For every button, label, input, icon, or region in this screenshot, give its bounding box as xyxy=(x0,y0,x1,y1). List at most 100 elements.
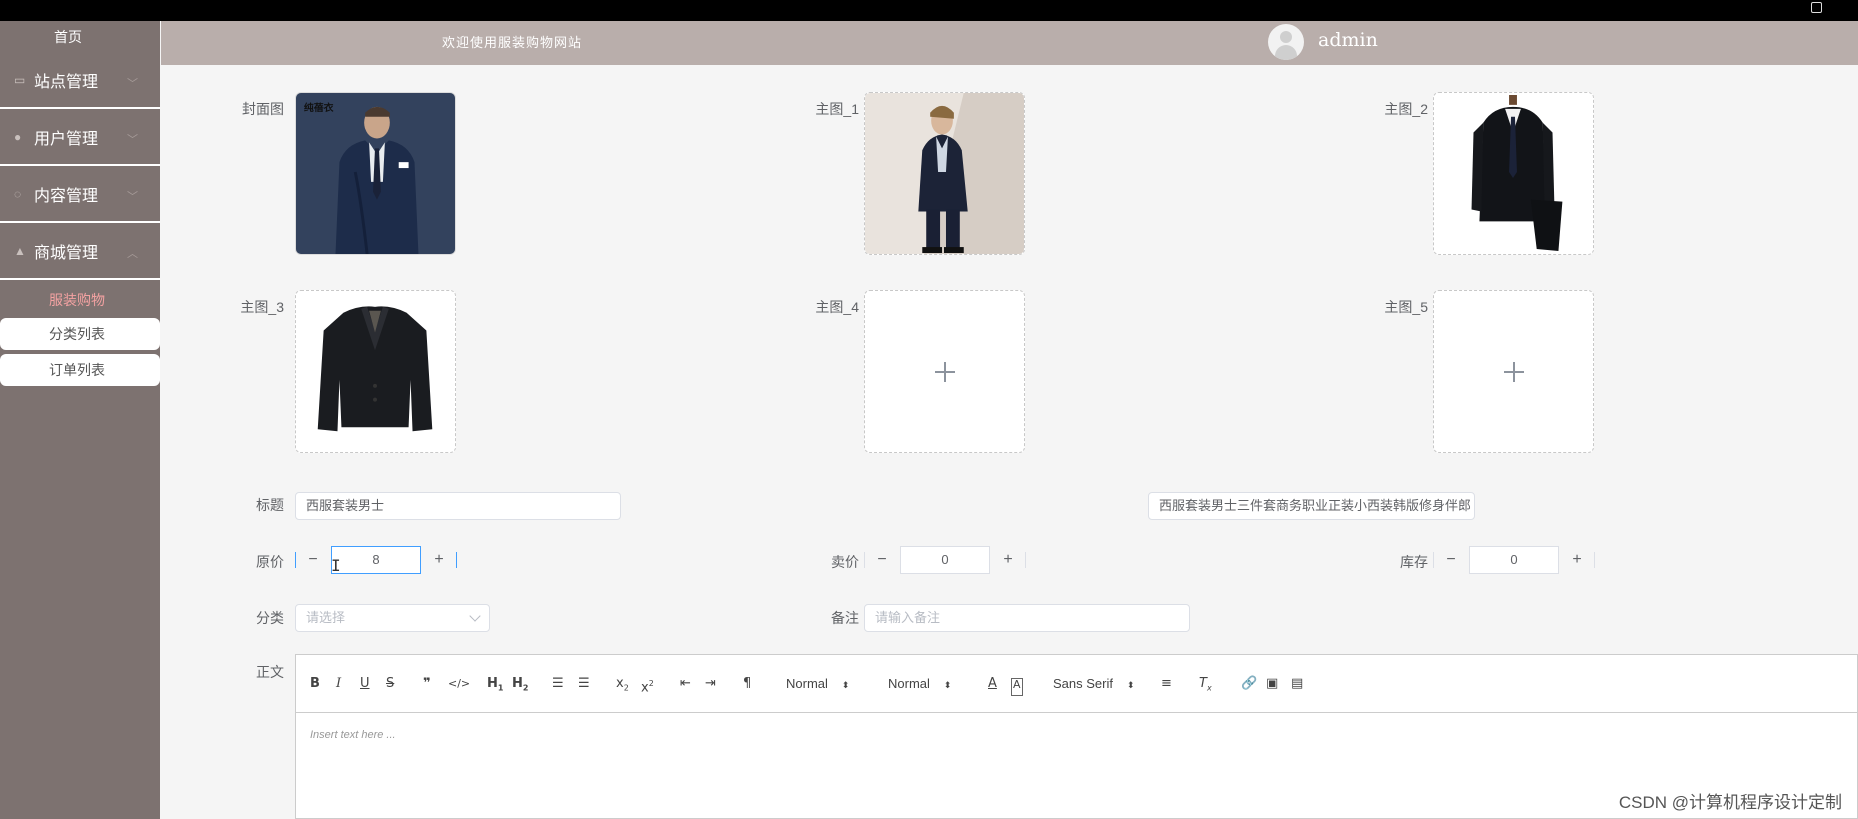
main-image-3-upload[interactable] xyxy=(295,290,456,453)
stepper-divider xyxy=(1025,552,1026,568)
svg-text:纯蓓衣: 纯蓓衣 xyxy=(304,101,334,114)
cover-image-upload[interactable]: 纯蓓衣 xyxy=(295,92,456,255)
font-select[interactable]: Sans Serif ⬍ xyxy=(1053,675,1135,693)
cover-image-label: 封面图 xyxy=(242,101,284,117)
italic-icon[interactable]: I xyxy=(336,675,341,693)
main-image-3-label: 主图_3 xyxy=(240,299,284,315)
text-cursor-icon: I xyxy=(331,556,341,575)
heading-2-icon[interactable]: H2 xyxy=(512,675,528,693)
sale-price-stepper[interactable]: − 0 + xyxy=(864,546,1026,574)
main-image-1-upload[interactable] xyxy=(864,92,1025,255)
sidebar-menu-site[interactable]: ▭ 站点管理 ﹀ xyxy=(0,53,160,109)
sidebar-home-link[interactable]: 首页 xyxy=(0,21,160,53)
subscript-icon[interactable]: x2 xyxy=(616,675,629,693)
text-direction-icon[interactable]: ¶ xyxy=(743,675,751,693)
main-image-4-upload[interactable] xyxy=(864,290,1025,453)
clear-format-icon[interactable]: Tx xyxy=(1199,675,1212,693)
decrease-button[interactable]: − xyxy=(1434,546,1468,574)
stepper-divider xyxy=(456,552,457,568)
stock-label: 库存 xyxy=(1400,554,1428,570)
sidebar-menu-content[interactable]: ◌ 内容管理 ﹀ xyxy=(0,166,160,223)
bold-icon[interactable]: B xyxy=(310,675,320,693)
remark-label: 备注 xyxy=(831,610,859,626)
increase-button[interactable]: + xyxy=(1560,546,1594,574)
avatar[interactable] xyxy=(1268,24,1304,60)
blockquote-icon[interactable]: ❞ xyxy=(423,675,431,693)
monitor-icon: ▭ xyxy=(14,73,26,87)
increase-button[interactable]: + xyxy=(422,546,456,574)
text-color-icon[interactable]: A xyxy=(988,675,997,693)
chevron-down-icon: ﹀ xyxy=(127,134,138,146)
sale-price-input[interactable]: 0 xyxy=(900,546,990,574)
image-icon[interactable]: ▣ xyxy=(1266,675,1278,693)
original-price-label: 原价 xyxy=(256,554,284,570)
decrease-button[interactable]: − xyxy=(296,546,330,574)
window-control-icon[interactable] xyxy=(1811,2,1822,13)
category-select[interactable]: 请选择 xyxy=(295,604,490,632)
editor-placeholder[interactable]: Insert text here ... xyxy=(310,729,396,741)
plus-icon xyxy=(934,361,955,382)
sidebar-menu-users[interactable]: ● 用户管理 ﹀ xyxy=(0,109,160,166)
heading-select-value: Normal xyxy=(786,676,828,691)
increase-button[interactable]: + xyxy=(991,546,1025,574)
sale-price-label: 卖价 xyxy=(831,554,859,570)
sidebar-menu-label: 商城管理 xyxy=(34,244,99,262)
chevron-up-icon: ︿ xyxy=(127,248,138,260)
decrease-button[interactable]: − xyxy=(865,546,899,574)
category-placeholder: 请选择 xyxy=(306,610,346,625)
superscript-icon[interactable]: x2 xyxy=(641,675,654,695)
username[interactable]: admin xyxy=(1318,29,1378,51)
main-image-1-label: 主图_1 xyxy=(815,101,859,117)
chevron-down-icon: ﹀ xyxy=(127,191,138,203)
heading-select[interactable]: Normal ⬍ xyxy=(786,675,849,693)
sidebar-menu-label: 用户管理 xyxy=(34,130,99,148)
plus-icon xyxy=(1503,361,1524,382)
sidebar-menu-label: 内容管理 xyxy=(34,187,99,205)
title-input[interactable]: 西服套装男士 xyxy=(295,492,621,520)
sidebar-item-order-list[interactable]: 订单列表 xyxy=(0,354,160,386)
user-icon: ● xyxy=(14,129,22,144)
stock-stepper[interactable]: − 0 + xyxy=(1433,546,1595,574)
ordered-list-icon[interactable]: ☰ xyxy=(552,675,564,693)
top-header: 欢迎使用服装购物网站 admin xyxy=(161,21,1858,65)
indent-icon[interactable]: ⇥ xyxy=(705,675,716,693)
main-image-5-upload[interactable] xyxy=(1433,290,1594,453)
main-image-2-label: 主图_2 xyxy=(1384,101,1428,117)
stock-input[interactable]: 0 xyxy=(1469,546,1559,574)
editor-toolbar: B I U S ❞ </> H1 H2 ☰ ☰ x2 x2 ⇤ ⇥ ¶ Norm… xyxy=(296,655,1857,713)
chevron-down-icon: ﹀ xyxy=(127,78,138,90)
shop-icon: ▲ xyxy=(14,243,26,258)
underline-icon[interactable]: U xyxy=(360,675,370,693)
font-select-value: Sans Serif xyxy=(1053,676,1113,691)
main-image-2-upload[interactable] xyxy=(1433,92,1594,255)
title-label: 标题 xyxy=(256,497,284,513)
main-image-5-label: 主图_5 xyxy=(1384,299,1428,315)
background-color-icon[interactable]: A xyxy=(1011,678,1023,696)
avatar-head-icon xyxy=(1280,31,1292,43)
align-icon[interactable]: ≡ xyxy=(1161,675,1172,693)
remark-input[interactable]: 请输入备注 xyxy=(864,604,1190,632)
heading-1-icon[interactable]: H1 xyxy=(487,675,503,693)
size-select-value: Normal xyxy=(888,676,930,691)
suit-photo-image: 纯蓓衣 xyxy=(296,93,455,254)
size-select[interactable]: Normal ⬍ xyxy=(888,675,951,693)
window-titlebar xyxy=(0,0,1858,21)
stepper-divider xyxy=(1594,552,1595,568)
outdent-icon[interactable]: ⇤ xyxy=(680,675,691,693)
original-price-input[interactable]: 8 xyxy=(331,546,421,574)
video-icon[interactable]: ▤ xyxy=(1291,675,1303,693)
description-input[interactable]: 西服套装男士三件套商务职业正装小西装韩版修身伴郎 xyxy=(1148,492,1475,520)
updown-icon: ⬍ xyxy=(841,680,850,690)
code-block-icon[interactable]: </> xyxy=(448,675,470,693)
sidebar-item-category-list[interactable]: 分类列表 xyxy=(0,318,160,350)
bullet-list-icon[interactable]: ☰ xyxy=(578,675,590,693)
sidebar-submenu-title[interactable]: 服装购物 xyxy=(0,282,160,318)
strike-icon[interactable]: S xyxy=(386,675,394,693)
body-label: 正文 xyxy=(256,664,284,680)
jacket-photo-image xyxy=(296,291,455,452)
link-icon[interactable]: 🔗 xyxy=(1241,675,1257,693)
updown-icon: ⬍ xyxy=(1126,680,1135,690)
suit-photo-image xyxy=(1434,93,1593,254)
original-price-stepper[interactable]: − 8 + xyxy=(295,546,457,574)
sidebar-menu-shop[interactable]: ▲ 商城管理 ︿ xyxy=(0,223,160,280)
